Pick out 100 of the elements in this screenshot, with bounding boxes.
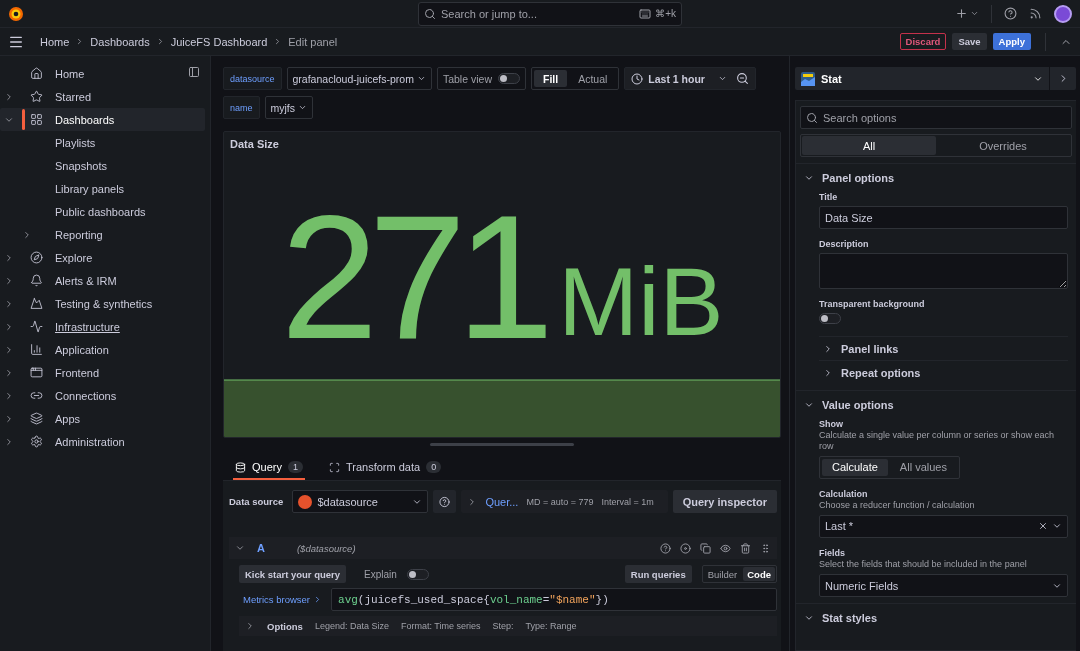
metrics-browser-link[interactable]: Metrics browser (239, 594, 327, 605)
nav-link[interactable]: Snapshots (55, 159, 107, 172)
query-ref: A (257, 542, 265, 554)
datasource-select[interactable]: $datasource (292, 490, 429, 513)
chevron-icon[interactable] (22, 229, 32, 240)
selected-nav-item[interactable]: Dashboards (0, 108, 205, 131)
toggle-switch[interactable] (497, 73, 520, 84)
copy-icon[interactable] (700, 542, 711, 554)
option-hint: Select the fields that should be included in the panel (819, 558, 1028, 570)
nav-link[interactable]: Frontend (55, 366, 100, 379)
options-tab[interactable]: Overrides (936, 136, 1070, 155)
options-label[interactable]: Options (267, 620, 303, 632)
breadcrumb-link[interactable]: Home (40, 35, 70, 48)
fields-select[interactable]: Numeric Fields (819, 574, 1068, 597)
mountain-icon (30, 297, 43, 310)
eye-icon[interactable] (720, 542, 731, 554)
option-label: Fields (819, 547, 846, 558)
news-button[interactable] (1029, 7, 1042, 20)
nav-link[interactable]: Apps (55, 412, 81, 425)
subsection-header[interactable]: Panel links (819, 336, 1068, 360)
chevron-icon[interactable] (4, 367, 14, 378)
nav-link[interactable]: Infrastructure (55, 320, 120, 333)
breadcrumb-link[interactable]: Dashboards (90, 35, 150, 48)
nav-link[interactable]: Explore (55, 251, 93, 264)
nav-link[interactable]: Testing & synthetics (55, 297, 153, 310)
chevron-icon[interactable] (245, 621, 255, 631)
chevron-icon[interactable] (4, 321, 14, 332)
options-tab[interactable]: All (802, 136, 936, 155)
query-options-link[interactable]: Quer... (485, 495, 519, 508)
breadcrumb-link[interactable]: Edit panel (288, 35, 338, 48)
nav-link[interactable]: Playlists (55, 136, 96, 149)
query-code-field[interactable]: avg(juicefs_used_space{vol_name="$name"}) (331, 588, 777, 611)
subsection-header[interactable]: Repeat options (819, 360, 1068, 384)
chevron-icon[interactable] (4, 413, 14, 424)
description-input[interactable] (819, 253, 1068, 289)
discard-button[interactable]: Discard (899, 33, 947, 50)
help-button[interactable] (1004, 7, 1017, 20)
shortcut-hint: ⌘+k (655, 8, 676, 19)
nav-link[interactable]: Alerts & IRM (55, 274, 117, 287)
chevron-icon[interactable] (4, 344, 14, 355)
logo-icon[interactable] (8, 5, 24, 22)
drag-handle-icon[interactable] (760, 542, 771, 554)
disc-icon[interactable] (680, 542, 691, 554)
clear-icon[interactable] (1038, 521, 1048, 532)
mode-tab[interactable]: Builder (703, 567, 742, 581)
chevron-icon[interactable] (804, 613, 814, 623)
dock-icon[interactable] (188, 66, 200, 78)
mode-tab[interactable]: Fill (533, 70, 568, 87)
editor-tab[interactable]: Transform data 0 (327, 456, 444, 480)
add-button[interactable] (955, 7, 979, 20)
apply-button[interactable]: Apply (992, 33, 1031, 50)
chevron-icon[interactable] (4, 298, 14, 309)
save-button[interactable]: Save (952, 33, 987, 50)
star-icon (30, 90, 43, 103)
help-button[interactable] (433, 490, 457, 513)
chevron-icon[interactable] (4, 275, 14, 286)
chevron-icon[interactable] (4, 436, 14, 447)
user-avatar[interactable] (1054, 4, 1072, 23)
chevron-icon[interactable] (4, 252, 14, 263)
toggle-switch[interactable] (406, 568, 429, 580)
section-header[interactable]: Panel options (796, 164, 1068, 192)
variable-select[interactable]: myjfs (264, 96, 313, 119)
mode-tab[interactable]: All values (889, 458, 957, 476)
kick-start-button[interactable]: Kick start your query (239, 565, 347, 583)
chevron-icon[interactable] (4, 390, 14, 401)
mode-tab[interactable]: Code (743, 567, 775, 581)
nav-link[interactable]: Administration (55, 435, 125, 448)
interval-text: Interval = 1m (601, 496, 654, 507)
chevron-icon[interactable] (804, 173, 814, 183)
nav-link[interactable]: Connections (55, 389, 117, 402)
section-header[interactable]: Stat styles (796, 604, 1068, 632)
calculation-select[interactable]: Last * (819, 514, 1068, 538)
chevron-icon[interactable] (235, 543, 245, 553)
variable-select[interactable]: grafanacloud-juicefs-prom (286, 67, 432, 90)
stat-value: 271 (280, 188, 545, 365)
trash-icon[interactable] (740, 542, 751, 554)
chevron-icon[interactable] (804, 400, 814, 410)
run-queries-button[interactable]: Run queries (624, 565, 692, 583)
mode-tab[interactable]: Calculate (822, 458, 888, 476)
nav-link[interactable]: Starred (55, 90, 92, 103)
breadcrumb-link[interactable]: JuiceFS Dashboard (170, 35, 268, 48)
resize-handle[interactable] (430, 443, 574, 446)
nav-link[interactable]: Dashboards (55, 113, 115, 126)
title-input[interactable]: Data Size (819, 206, 1068, 229)
nav-link[interactable]: Application (55, 343, 109, 356)
chevron-icon[interactable] (4, 91, 14, 102)
help-icon[interactable] (660, 542, 671, 554)
nav-link[interactable]: Library panels (55, 182, 125, 195)
nav-link[interactable]: Home (55, 67, 85, 80)
nav-link[interactable]: Public dashboards (55, 205, 146, 218)
chevron-icon[interactable] (823, 343, 833, 354)
search-options-field[interactable]: Search options (800, 106, 1072, 129)
time-range-picker[interactable]: Last 1 hour (624, 67, 756, 90)
query-inspector-button[interactable]: Query inspector (672, 490, 777, 513)
query-datasource: ($datasource) (296, 542, 356, 554)
chevron-icon[interactable] (823, 367, 833, 378)
nav-link[interactable]: Reporting (55, 228, 103, 241)
section-header[interactable]: Value options (796, 391, 1068, 419)
toggle-switch[interactable] (819, 313, 841, 324)
mode-tab[interactable]: Actual (569, 70, 617, 87)
